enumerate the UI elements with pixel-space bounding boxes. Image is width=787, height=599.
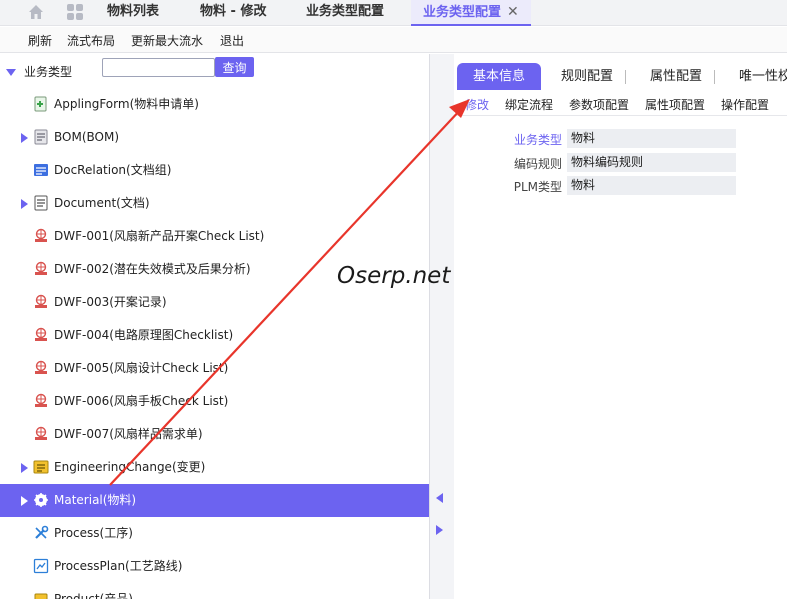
tree-node[interactable]: DWF-003(开案记录) [0,286,429,319]
top-tab-bar: 物料列表 物料 - 修改 业务类型配置 业务类型配置 ✕ [0,0,787,26]
app-grid-icon[interactable] [66,3,84,21]
detail-panel: 基本信息 规则配置 属性配置 唯一性校 修改 绑定流程 参数项配置 属性项配置 … [454,54,787,599]
tree-node[interactable]: Document(文档) [0,187,429,220]
fan-logo-icon [35,327,47,341]
edit-button[interactable]: 修改 [465,96,489,113]
fan-logo-icon [35,228,47,242]
tree-node-label: DWF-005(风扇设计Check List) [54,361,229,375]
tree-node-label: Product(产品) [54,592,133,599]
tab-material-edit[interactable]: 物料 - 修改 [200,0,266,26]
tree-node-label: EngineeringChange(变更) [54,460,206,474]
tab-basic-info[interactable]: 基本信息 [457,63,542,90]
tree-node-label: Document(文档) [54,196,150,210]
panel-splitter[interactable] [430,54,454,599]
watermark-text: Oserp.net [337,263,451,289]
tree-search-input[interactable] [102,58,215,77]
home-icon[interactable] [27,3,45,21]
tree-node[interactable]: DWF-004(电路原理图Checklist) [0,319,429,352]
tree-node-label: DWF-006(风扇手板Check List) [54,394,229,408]
form-plus-icon [34,96,47,112]
tree-node[interactable]: DWF-005(风扇设计Check List) [0,352,429,385]
tree-node[interactable]: Process(工序) [0,517,429,550]
tree-node[interactable]: DWF-007(风扇样品需求单) [0,418,429,451]
detail-subtabs: 修改 绑定流程 参数项配置 属性项配置 操作配置 [454,92,787,116]
tab-uniqueness-check[interactable]: 唯一性校 [739,63,787,90]
close-icon[interactable]: ✕ [507,4,519,20]
tab-attribute-config[interactable]: 属性配置 [650,63,716,90]
refresh-button[interactable]: 刷新 [28,32,52,49]
flow-layout-button[interactable]: 流式布局 [67,32,115,49]
property-config-button[interactable]: 属性项配置 [645,96,705,113]
fan-logo-icon [35,261,47,275]
tab-label: 业务类型配置 [423,5,502,20]
field-label-business-type: 业务类型 [513,133,562,147]
tree-node[interactable]: DWF-006(风扇手板Check List) [0,385,429,418]
tree-node[interactable]: DocRelation(文档组) [0,154,429,187]
business-type-tree: 业务类型 查询 ApplingForm(物料申请单) BOM(BOM) DocRel… [0,54,430,599]
update-max-serial-button[interactable]: 更新最大流水 [131,32,203,49]
expand-right-icon[interactable] [436,525,443,535]
tree-node[interactable]: ProcessPlan(工艺路线) [0,550,429,583]
tree-node-label: DWF-002(潜在失效模式及后果分析) [54,262,251,276]
tree-node-label: Material(物料) [54,493,137,507]
tree-node[interactable]: Material(物料) [0,484,429,517]
tab-rule-config[interactable]: 规则配置 [561,63,627,90]
caret-down-icon[interactable] [6,69,16,76]
exit-button[interactable]: 退出 [220,32,244,49]
tree-node[interactable]: ApplingForm(物料申请单) [0,88,429,121]
tools-icon [35,525,49,539]
bind-workflow-button[interactable]: 绑定流程 [505,96,553,113]
caret-right-icon[interactable] [21,133,28,143]
tree-node-label: ProcessPlan(工艺路线) [54,559,183,573]
field-value-code-rule: 物料编码规则 [567,153,736,172]
caret-right-icon[interactable] [21,496,28,506]
tree-node-label: DWF-001(风扇新产品开案Check List) [54,229,265,243]
gear-icon [34,493,48,507]
tree-node-label: DWF-004(电路原理图Checklist) [54,328,234,342]
field-label-plm-type: PLM类型 [513,180,562,194]
field-value-plm-type: 物料 [567,176,736,195]
product-icon [34,593,48,599]
operation-config-button[interactable]: 操作配置 [721,96,769,113]
collapse-left-icon[interactable] [436,493,443,503]
change-icon [33,460,49,474]
bom-icon [34,129,48,145]
fan-logo-icon [35,294,47,308]
tree-node-label: Process(工序) [54,526,133,540]
tree-node[interactable]: DWF-001(风扇新产品开案Check List) [0,220,429,253]
tree-root-label: 业务类型 [24,65,73,79]
tree-node[interactable]: BOM(BOM) [0,121,429,154]
caret-right-icon[interactable] [21,199,28,209]
tree-node[interactable]: EngineeringChange(变更) [0,451,429,484]
tree-node-label: DWF-007(风扇样品需求单) [54,427,203,441]
tree-root[interactable]: 业务类型 [6,63,72,81]
tree-node-label: ApplingForm(物料申请单) [54,97,199,111]
tab-material-list[interactable]: 物料列表 [107,0,159,26]
field-label-code-rule: 编码规则 [513,157,562,171]
document-icon [34,195,48,211]
search-button[interactable]: 查询 [215,57,254,77]
tab-business-type-config-active[interactable]: 业务类型配置 ✕ [411,0,531,26]
param-config-button[interactable]: 参数项配置 [569,96,629,113]
fan-logo-icon [35,393,47,407]
detail-tabs: 基本信息 规则配置 属性配置 唯一性校 [454,60,787,90]
toolbar: 刷新 流式布局 更新最大流水 退出 [0,27,787,53]
process-plan-icon [33,558,49,574]
tree-node-label: DWF-003(开案记录) [54,295,167,309]
doc-relation-icon [34,164,48,176]
field-value-business-type: 物料 [567,129,736,148]
fan-logo-icon [35,360,47,374]
fan-logo-icon [35,426,47,440]
tree-node-label: BOM(BOM) [54,130,120,144]
caret-right-icon[interactable] [21,463,28,473]
tree-node[interactable]: Product(产品) [0,583,429,599]
tree-node-label: DocRelation(文档组) [54,163,172,177]
tab-business-type-config[interactable]: 业务类型配置 [306,0,384,26]
